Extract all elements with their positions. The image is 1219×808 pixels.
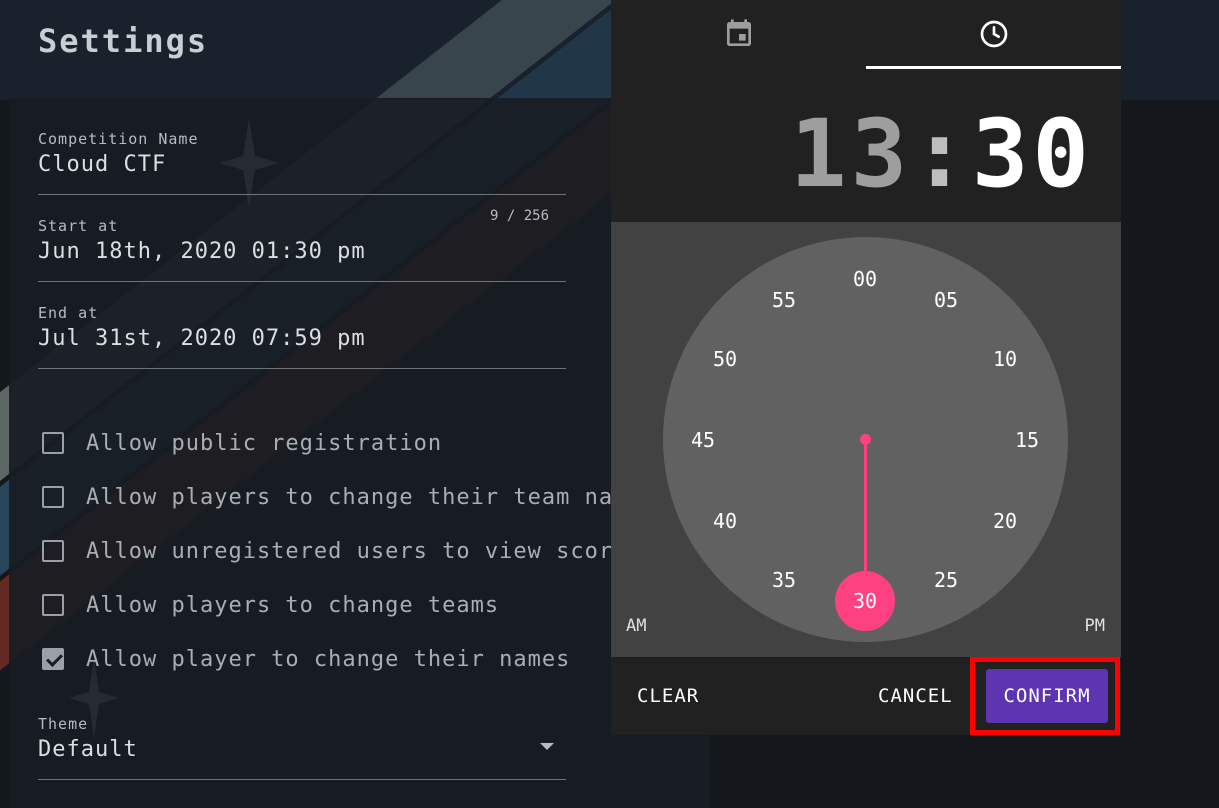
clock-number[interactable]: 40 (703, 506, 747, 536)
chevron-down-icon[interactable] (540, 743, 554, 750)
clock-number[interactable]: 15 (1005, 425, 1049, 455)
clock-number[interactable]: 55 (762, 285, 806, 315)
cancel-button[interactable]: CANCEL (878, 657, 953, 735)
competition-name-value: Cloud CTF (38, 152, 167, 177)
selected-minute[interactable]: 30 (835, 571, 895, 631)
end-at-label: End at (38, 304, 99, 322)
competition-name-field[interactable]: Competition Name Cloud CTF (38, 130, 566, 195)
time-display: 13:30 (790, 100, 1093, 209)
theme-value: Default (38, 737, 138, 762)
active-tab-indicator (866, 66, 1121, 69)
pm-toggle[interactable]: PM (1085, 616, 1105, 636)
end-at-value: Jul 31st, 2020 07:59 pm (38, 326, 366, 351)
checkbox[interactable] (42, 432, 64, 454)
picker-tabs (611, 0, 1121, 70)
checkbox-label: Allow public registration (86, 430, 443, 456)
clock-number[interactable]: 00 (843, 264, 887, 294)
clock-number[interactable]: 05 (924, 285, 968, 315)
checkbox[interactable] (42, 540, 64, 562)
checkbox-change-team-name[interactable]: Allow players to change their team name (42, 482, 642, 512)
clock-number[interactable]: 35 (762, 565, 806, 595)
checkbox-change-names[interactable]: Allow player to change their names (42, 644, 570, 674)
am-toggle[interactable]: AM (626, 616, 646, 636)
checkbox-unregistered-view-scoreboard[interactable]: Allow unregistered users to view scorebo… (42, 536, 699, 566)
start-at-field[interactable]: Start at Jun 18th, 2020 01:30 pm (38, 217, 566, 282)
clock-number[interactable]: 10 (983, 344, 1027, 374)
time-picker-dialog: 13:30 00 05 10 15 20 25 35 40 45 50 55 3… (611, 0, 1121, 735)
clock-number[interactable]: 25 (924, 565, 968, 595)
clock-icon (980, 20, 1007, 48)
start-at-value: Jun 18th, 2020 01:30 pm (38, 239, 366, 264)
checkbox-change-teams[interactable]: Allow players to change teams (42, 590, 499, 620)
minute-display[interactable]: 30 (972, 100, 1093, 209)
highlight-box (970, 657, 1120, 735)
clock-center (860, 434, 871, 445)
checkbox-label: Allow players to change teams (86, 592, 500, 618)
checkbox-public-registration[interactable]: Allow public registration (42, 428, 442, 458)
tab-time[interactable] (866, 0, 1121, 68)
clock-face[interactable]: 00 05 10 15 20 25 35 40 45 50 55 30 (663, 237, 1068, 642)
checkbox-label: Allow unregistered users to view scorebo… (86, 538, 699, 564)
clear-button[interactable]: CLEAR (637, 657, 699, 735)
tab-date[interactable] (611, 0, 866, 68)
page-title: Settings (38, 22, 209, 60)
theme-label: Theme (38, 715, 89, 733)
hour-display[interactable]: 13 (790, 100, 911, 209)
clock-number[interactable]: 50 (703, 344, 747, 374)
clock-number[interactable]: 20 (983, 506, 1027, 536)
checkbox-checked[interactable] (42, 648, 64, 670)
time-separator: : (911, 100, 972, 209)
checkbox-label: Allow player to change their names (86, 646, 571, 672)
checkbox[interactable] (42, 594, 64, 616)
clock-hand (864, 439, 867, 579)
clock-number[interactable]: 45 (681, 425, 725, 455)
calendar-icon (726, 19, 751, 46)
theme-select[interactable]: Theme Default (38, 715, 566, 780)
competition-name-label: Competition Name (38, 130, 199, 148)
checkbox[interactable] (42, 486, 64, 508)
start-at-label: Start at (38, 217, 119, 235)
checkbox-label: Allow players to change their team name (86, 484, 642, 510)
end-at-field[interactable]: End at Jul 31st, 2020 07:59 pm (38, 304, 566, 369)
